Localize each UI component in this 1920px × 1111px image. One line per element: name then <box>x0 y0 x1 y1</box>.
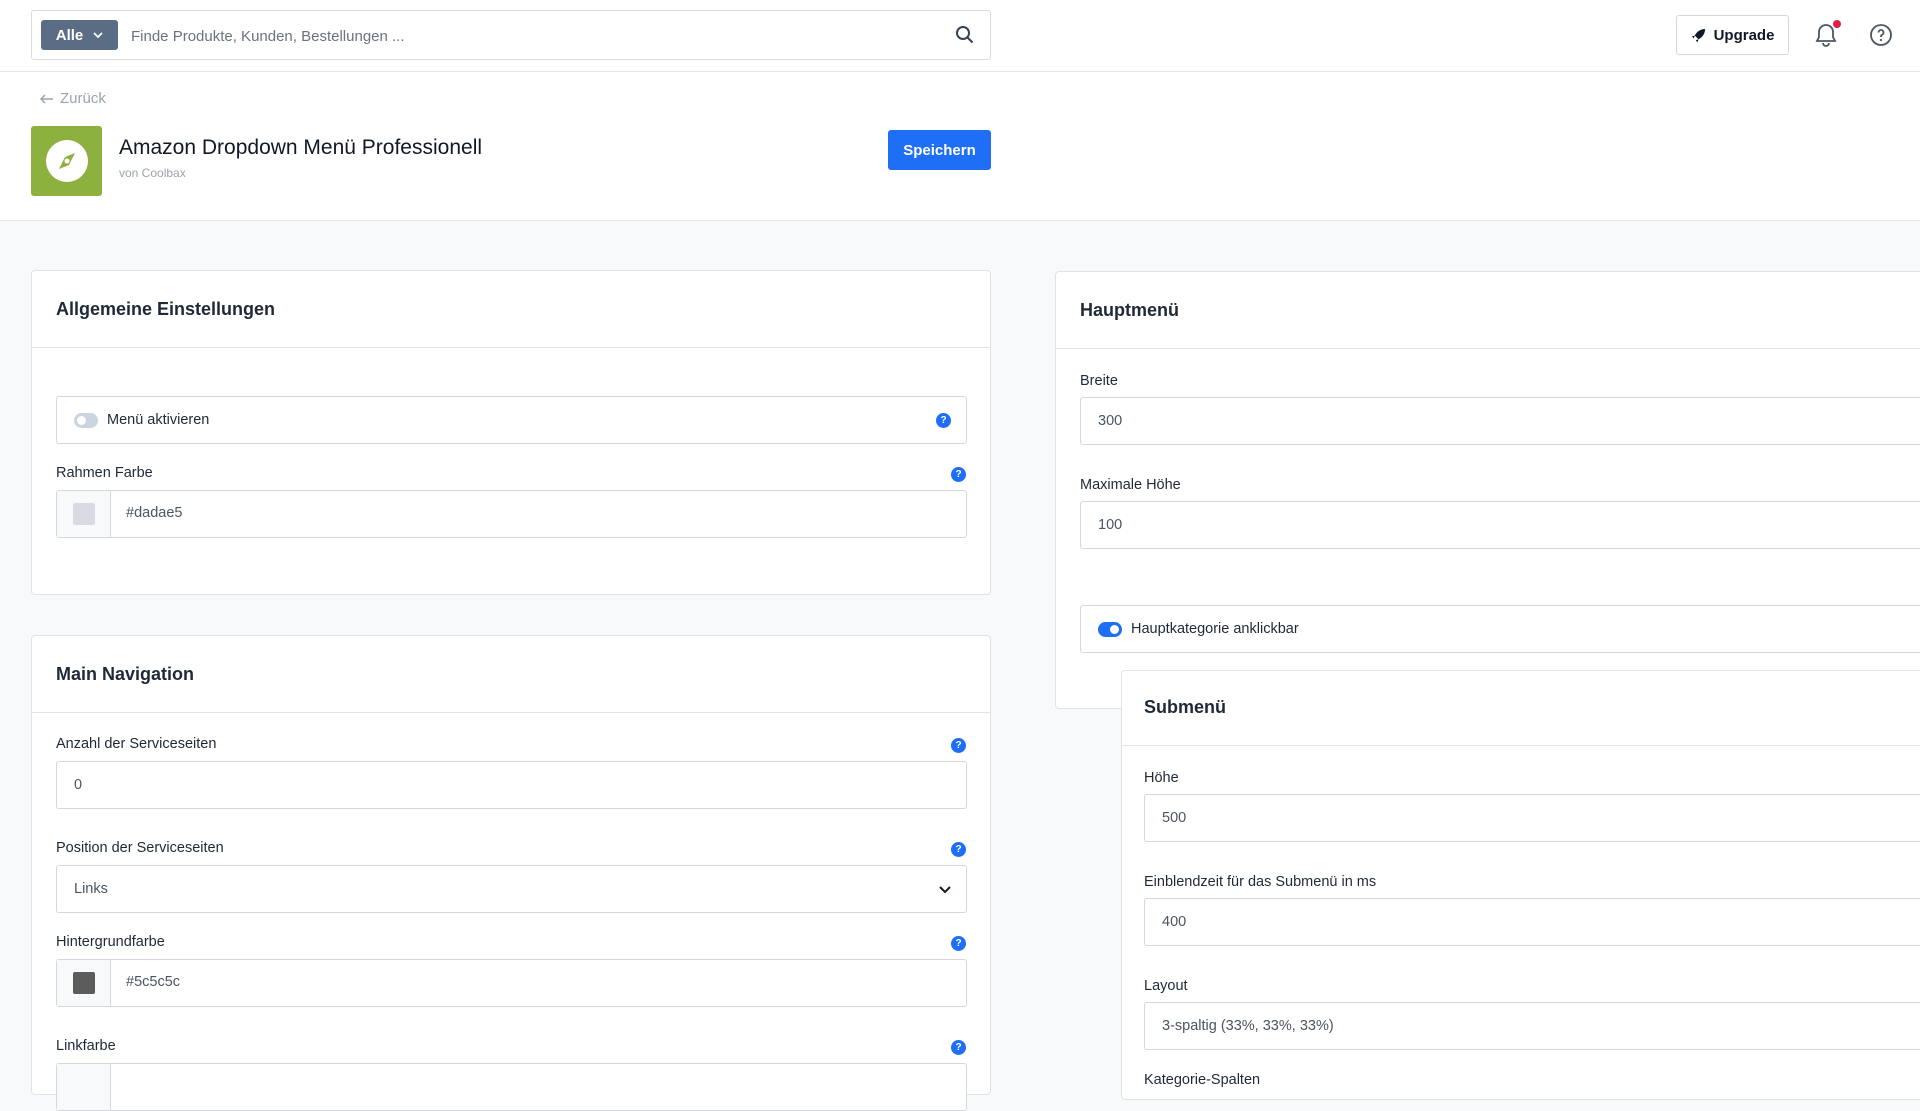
columns-label: Kategorie-Spalten <box>1144 1072 1261 1088</box>
card-title: Allgemeine Einstellungen <box>56 299 276 319</box>
card-divider <box>32 347 990 348</box>
search-icon[interactable] <box>954 24 976 46</box>
toggle-knob <box>1110 625 1119 634</box>
clickable-label: Hauptkategorie anklickbar <box>1131 621 1299 637</box>
border-color-value: #dadae5 <box>126 505 183 521</box>
search-scope-label: Alle <box>55 26 84 44</box>
link-color-field[interactable] <box>56 1063 967 1111</box>
card-divider <box>32 712 990 713</box>
color-picker-button[interactable] <box>57 1064 111 1110</box>
info-icon[interactable]: ? <box>951 842 966 857</box>
upgrade-label: Upgrade <box>1713 26 1775 44</box>
layout-select[interactable]: 3-spaltig (33%, 33%, 33%) <box>1144 1002 1920 1050</box>
info-icon[interactable]: ? <box>951 738 966 753</box>
menu-enable-toggle[interactable] <box>74 413 98 428</box>
max-height-input[interactable]: 100 <box>1080 501 1920 549</box>
card-divider <box>1122 745 1920 746</box>
chevron-down-icon <box>93 32 103 39</box>
color-swatch <box>72 972 95 994</box>
height-input[interactable]: 500 <box>1144 794 1920 842</box>
card-divider <box>1056 348 1920 349</box>
global-search: Alle <box>31 10 991 60</box>
color-picker-button[interactable] <box>57 960 111 1006</box>
notification-dot <box>1833 20 1841 28</box>
main-navigation-card: Main Navigation Anzahl der Serviceseiten… <box>31 635 991 1111</box>
width-input[interactable]: 300 <box>1080 397 1920 445</box>
general-settings-card: Allgemeine Einstellungen Menü aktivieren… <box>31 270 991 595</box>
layout-value: 3-spaltig (33%, 33%, 33%) <box>1162 1018 1334 1034</box>
color-picker-button[interactable] <box>57 491 111 537</box>
link-color-label: Linkfarbe <box>56 1038 116 1054</box>
border-color-field[interactable]: #dadae5 <box>56 490 967 538</box>
bg-color-label: Hintergrundfarbe <box>56 934 165 950</box>
service-count-input[interactable]: 0 <box>56 761 967 809</box>
bg-color-value: #5c5c5c <box>126 974 181 990</box>
color-swatch <box>72 503 95 525</box>
page-title: Amazon Dropdown Menü Professionell <box>119 136 483 159</box>
service-position-select[interactable]: Links <box>56 865 967 913</box>
bg-color-field[interactable]: #5c5c5c <box>56 959 967 1007</box>
main-menu-card: Hauptmenü Breite 300 Maximale Höhe 100 H… <box>1055 271 1920 709</box>
card-title: Submenü <box>1144 697 1227 717</box>
info-icon[interactable]: ? <box>951 467 966 482</box>
info-icon[interactable]: ? <box>951 936 966 951</box>
clickable-row: Hauptkategorie anklickbar <box>1080 605 1920 653</box>
arrow-left-icon <box>40 93 53 104</box>
border-color-label: Rahmen Farbe <box>56 465 153 481</box>
service-count-label: Anzahl der Serviceseiten <box>56 736 217 752</box>
menu-enable-row: Menü aktivieren ? <box>56 396 967 444</box>
card-title: Hauptmenü <box>1080 300 1179 320</box>
info-icon[interactable]: ? <box>936 413 951 428</box>
compass-icon <box>45 140 88 182</box>
upgrade-button[interactable]: Upgrade <box>1676 15 1789 55</box>
back-label: Zurück <box>60 90 106 107</box>
card-title: Main Navigation <box>56 664 195 684</box>
clickable-toggle[interactable] <box>1098 622 1122 637</box>
layout-label: Layout <box>1144 978 1188 994</box>
menu-enable-label: Menü aktivieren <box>107 412 210 428</box>
info-icon[interactable]: ? <box>951 1040 966 1055</box>
back-link[interactable]: Zurück <box>40 90 106 107</box>
chevron-down-icon <box>939 886 951 894</box>
height-label: Höhe <box>1144 770 1179 786</box>
fade-time-input[interactable]: 400 <box>1144 898 1920 946</box>
help-icon[interactable] <box>1869 23 1893 47</box>
service-position-value: Links <box>74 881 108 897</box>
top-bar: Alle Upgrade <box>0 0 1920 72</box>
width-label: Breite <box>1080 373 1118 389</box>
submenu-card: Submenü Höhe 500 Einblendzeit für das Su… <box>1121 670 1920 1100</box>
search-scope-dropdown[interactable]: Alle <box>41 20 118 50</box>
save-button[interactable]: Speichern <box>888 130 991 170</box>
service-position-label: Position der Serviceseiten <box>56 840 224 856</box>
toggle-knob <box>77 416 86 425</box>
fade-time-label: Einblendzeit für das Submenü in ms <box>1144 874 1377 890</box>
rocket-icon <box>1691 28 1705 42</box>
search-input[interactable] <box>129 20 933 52</box>
max-height-label: Maximale Höhe <box>1080 477 1181 493</box>
page-header: Zurück Amazon Dropdown Menü Professionel… <box>0 72 1920 221</box>
app-logo <box>31 126 102 196</box>
app-vendor: von Coolbax <box>119 166 186 180</box>
